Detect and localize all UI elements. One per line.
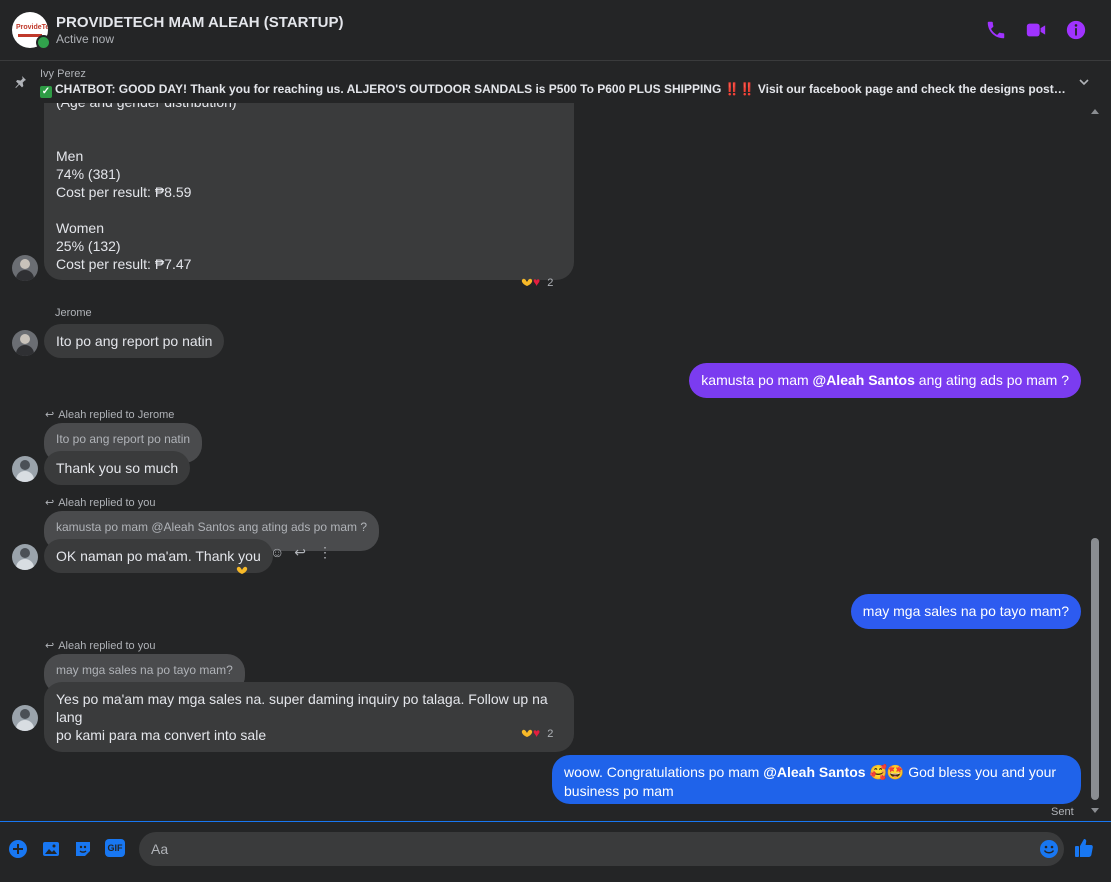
message-bubble[interactable]: Ito po ang report po natin xyxy=(44,324,225,358)
report-line xyxy=(56,201,562,219)
message-line: business po mam xyxy=(564,783,674,799)
reaction-count: 2 xyxy=(547,277,554,289)
logo-text: ProvideTech xyxy=(16,24,48,31)
active-status: Active now xyxy=(56,32,115,46)
report-line: Women xyxy=(56,220,104,236)
message-input-placeholder: Aa xyxy=(151,841,169,857)
avatar-aleah[interactable] xyxy=(12,456,38,482)
reply-arrow-icon: ↩ xyxy=(45,640,55,652)
reaction-bar[interactable]: ♥ 2 xyxy=(521,275,553,291)
report-line: Cost per result: ₱8.59 xyxy=(56,184,192,200)
outgoing-message-bubble[interactable]: kamusta po mam @Aleah Santos ang ating a… xyxy=(689,363,1081,398)
report-line: (Age and gender distribution) xyxy=(56,103,562,111)
gif-icon[interactable]: GIF xyxy=(105,839,125,857)
report-line xyxy=(56,111,562,129)
heart-hands-icon xyxy=(521,729,533,737)
message-list[interactable]: (Age and gender distribution) Men 74% (3… xyxy=(0,103,1088,821)
pinned-sender: Ivy Perez xyxy=(40,68,86,80)
message-line: Yes po ma'am may mga sales na. super dam… xyxy=(56,691,548,725)
react-emoji-icon[interactable]: ☺ xyxy=(270,544,284,560)
video-call-icon[interactable] xyxy=(1025,19,1047,41)
message-text: ang ating ads po mam ? xyxy=(914,372,1069,388)
reply-arrow-icon: ↩ xyxy=(45,497,55,509)
phone-icon[interactable] xyxy=(985,19,1007,41)
check-icon: ✓ xyxy=(40,86,52,98)
emoji-icon[interactable] xyxy=(1039,839,1059,859)
message-bubble[interactable]: Yes po ma'am may mga sales na. super dam… xyxy=(44,682,574,752)
chevron-down-icon[interactable] xyxy=(1078,76,1090,88)
reply-label-text: Aleah replied to you xyxy=(58,640,156,652)
reply-label-text: Aleah replied to you xyxy=(58,497,156,509)
heart-icon: ♥ xyxy=(533,275,541,289)
report-line: 25% (132) xyxy=(56,238,121,254)
pinned-text: ✓ CHATBOT: GOOD DAY! Thank you for reachi… xyxy=(40,82,1070,98)
message-line: woow. Congratulations po mam @Aleah Sant… xyxy=(564,763,1069,782)
sent-status: Sent xyxy=(1051,806,1074,818)
message-input[interactable]: Aa xyxy=(139,832,1064,866)
message-actions: ☺ ↩ ⋮ xyxy=(270,544,332,561)
avatar-jerome[interactable] xyxy=(12,255,38,281)
message-line: po kami para ma convert into sale xyxy=(56,727,267,743)
chat-scrollbar[interactable] xyxy=(1088,103,1102,821)
sender-name: Jerome xyxy=(55,307,92,319)
report-line: Men xyxy=(56,148,84,164)
outgoing-message-bubble[interactable]: woow. Congratulations po mam @Aleah Sant… xyxy=(552,755,1081,804)
message-text: kamusta po mam xyxy=(701,372,813,388)
avatar-aleah[interactable] xyxy=(12,705,38,731)
report-line xyxy=(56,129,562,147)
heart-hands-icon[interactable] xyxy=(236,565,248,575)
message-text: woow. Congratulations po mam xyxy=(564,764,764,780)
report-line: 74% (381) xyxy=(56,166,121,182)
scroll-thumb[interactable] xyxy=(1091,538,1099,800)
online-status-dot xyxy=(36,35,51,50)
reply-arrow-icon: ↩ xyxy=(45,409,55,421)
message-composer: GIF Aa xyxy=(0,821,1111,882)
pin-icon xyxy=(15,76,26,88)
like-icon[interactable] xyxy=(1073,837,1095,859)
pinned-message-text: CHATBOT: GOOD DAY! Thank you for reachin… xyxy=(55,82,1070,96)
heart-icon: ♥ xyxy=(533,726,541,740)
scroll-down-arrow[interactable] xyxy=(1091,808,1099,813)
message-text: 🥰🤩 God bless you and your xyxy=(865,764,1057,780)
plus-icon[interactable] xyxy=(8,839,28,859)
info-icon[interactable] xyxy=(1065,19,1087,41)
mention-link[interactable]: @Aleah Santos xyxy=(763,764,865,780)
outgoing-message-bubble[interactable]: may mga sales na po tayo mam? xyxy=(850,594,1081,629)
reaction-bar[interactable]: ♥ 2 xyxy=(521,726,553,742)
heart-hands-icon xyxy=(521,278,533,286)
reaction-count: 2 xyxy=(547,728,554,740)
avatar-jerome[interactable] xyxy=(12,330,38,356)
sticker-icon[interactable] xyxy=(73,839,93,859)
image-icon[interactable] xyxy=(41,839,61,859)
reply-indicator: ↩ Aleah replied to Jerome xyxy=(45,408,174,421)
mention-link[interactable]: @Aleah Santos xyxy=(813,372,915,388)
chat-header: ProvideTech PROVIDETECH MAM ALEAH (START… xyxy=(0,0,1111,61)
reply-indicator: ↩ Aleah replied to you xyxy=(45,496,155,509)
reply-icon[interactable]: ↩ xyxy=(294,544,306,560)
avatar-aleah[interactable] xyxy=(12,544,38,570)
message-bubble-report[interactable]: (Age and gender distribution) Men 74% (3… xyxy=(44,103,574,280)
reply-label-text: Aleah replied to Jerome xyxy=(58,409,175,421)
scroll-up-arrow[interactable] xyxy=(1091,109,1099,114)
more-options-icon[interactable]: ⋮ xyxy=(318,544,332,560)
reply-indicator: ↩ Aleah replied to you xyxy=(45,639,155,652)
report-line: Cost per result: ₱7.47 xyxy=(56,256,192,272)
pinned-message-bar[interactable]: Ivy Perez ✓ CHATBOT: GOOD DAY! Thank you … xyxy=(0,61,1111,103)
message-bubble[interactable]: Thank you so much xyxy=(44,451,191,485)
chat-title[interactable]: PROVIDETECH MAM ALEAH (STARTUP) xyxy=(56,14,344,31)
